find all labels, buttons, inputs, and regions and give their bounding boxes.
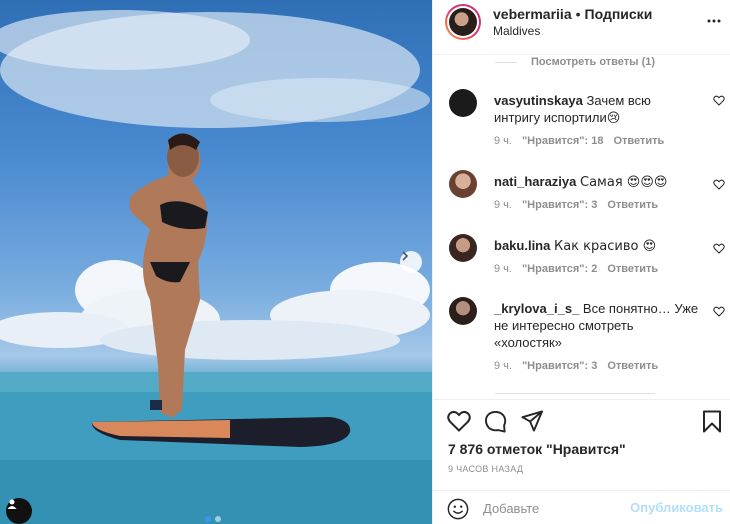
- commenter-avatar[interactable]: [449, 89, 477, 117]
- speech-bubble-icon: [485, 410, 507, 433]
- heart-icon: [713, 243, 725, 254]
- commenter-avatar[interactable]: [449, 234, 477, 262]
- commenter-username[interactable]: _krylova_i_s_: [494, 301, 579, 316]
- author-username[interactable]: vebermariia: [493, 6, 572, 22]
- comment-text-block: baku.lina Как красиво 😍: [494, 237, 694, 255]
- post-header: vebermariia • Подписки Maldives: [433, 0, 730, 55]
- carousel-dot-active: [205, 516, 211, 522]
- commenter-username[interactable]: baku.lina: [494, 238, 550, 253]
- heart-icon: [713, 306, 725, 317]
- comment-meta: 9 ч. "Нравится": 18 Ответить: [494, 135, 674, 147]
- comment-like-button[interactable]: [713, 94, 725, 109]
- reply-button[interactable]: Ответить: [607, 360, 658, 372]
- post-side-panel: vebermariia • Подписки Maldives Посмотреть…: [432, 0, 730, 524]
- commenter-username[interactable]: nati_haraziya: [494, 174, 576, 189]
- comment-like-button[interactable]: [713, 305, 725, 320]
- truncated-comment: [495, 393, 725, 398]
- comment-button[interactable]: [484, 410, 507, 436]
- carousel-dot: [215, 516, 221, 522]
- publish-button[interactable]: Опубликовать: [630, 500, 723, 515]
- add-comment-bar: Опубликовать: [433, 490, 730, 524]
- comment-body: Как красиво 😍: [553, 239, 657, 254]
- commenter-username[interactable]: vasyutinskaya: [494, 93, 583, 108]
- comment-body: Самая 😍😍😍: [580, 175, 668, 190]
- user-icon: [7, 499, 17, 509]
- bookmark-icon: [703, 410, 721, 433]
- comment-time: 9 ч.: [494, 360, 512, 372]
- chevron-right-icon: [402, 251, 409, 261]
- following-button[interactable]: Подписки: [585, 6, 653, 22]
- more-options-button[interactable]: [707, 14, 721, 28]
- paper-plane-icon: [521, 410, 544, 432]
- comment-input[interactable]: [483, 496, 623, 520]
- carousel-dots: [205, 516, 221, 522]
- commenter-avatar[interactable]: [449, 297, 477, 325]
- reply-button[interactable]: Ответить: [613, 135, 664, 147]
- comment-likes[interactable]: "Нравится": 3: [522, 199, 597, 211]
- likes-count[interactable]: 7 876 отметок "Нравится": [448, 441, 626, 457]
- tagged-users-button[interactable]: [6, 498, 32, 524]
- comment-time: 9 ч.: [494, 135, 512, 147]
- heart-icon: [713, 95, 725, 106]
- author-avatar[interactable]: [445, 4, 481, 40]
- post-photo[interactable]: [0, 0, 432, 524]
- comment-likes[interactable]: "Нравится": 2: [522, 263, 597, 275]
- reply-button[interactable]: Ответить: [607, 263, 658, 275]
- share-button[interactable]: [521, 410, 544, 435]
- emoji-button[interactable]: [447, 498, 469, 523]
- comment-likes[interactable]: "Нравится": 18: [522, 135, 603, 147]
- post-time[interactable]: 9 ЧАСОВ НАЗАД: [448, 464, 523, 474]
- comments-list: Посмотреть ответы (1) vasyutinskaya Заче…: [433, 56, 730, 398]
- header-title-line: vebermariia • Подписки: [493, 6, 652, 22]
- comment-like-button[interactable]: [713, 242, 725, 257]
- comment-likes[interactable]: "Нравится": 3: [522, 360, 597, 372]
- comment-meta: 9 ч. "Нравится": 2 Ответить: [494, 263, 668, 275]
- comment-meta: 9 ч. "Нравится": 3 Ответить: [494, 360, 668, 372]
- commenter-avatar[interactable]: [449, 170, 477, 198]
- photo-scene: [0, 10, 432, 524]
- reply-button[interactable]: Ответить: [607, 199, 658, 211]
- comment-text-block: nati_haraziya Самая 😍😍😍: [494, 173, 694, 191]
- header-separator: •: [575, 6, 581, 22]
- comment-text-block: vasyutinskaya Зачем всю интригу испортил…: [494, 92, 694, 126]
- comment-text-block: _krylova_i_s_ Все понятно… Уже не интере…: [494, 300, 704, 351]
- comment-time: 9 ч.: [494, 263, 512, 275]
- save-button[interactable]: [702, 410, 722, 436]
- heart-icon: [713, 179, 725, 190]
- comment-time: 9 ч.: [494, 199, 512, 211]
- like-button[interactable]: [447, 410, 471, 435]
- comment-like-button[interactable]: [713, 178, 725, 193]
- more-dots-icon: [707, 19, 721, 23]
- post-location[interactable]: Maldives: [493, 24, 540, 38]
- heart-icon: [447, 410, 471, 432]
- next-slide-button[interactable]: [400, 251, 422, 273]
- view-replies-button[interactable]: Посмотреть ответы (1): [495, 56, 655, 68]
- comment-meta: 9 ч. "Нравится": 3 Ответить: [494, 199, 668, 211]
- smiley-icon: [447, 498, 469, 520]
- view-replies-label: Посмотреть ответы (1): [531, 56, 656, 68]
- post-actions: 7 876 отметок "Нравится" 9 ЧАСОВ НАЗАД О…: [433, 399, 730, 524]
